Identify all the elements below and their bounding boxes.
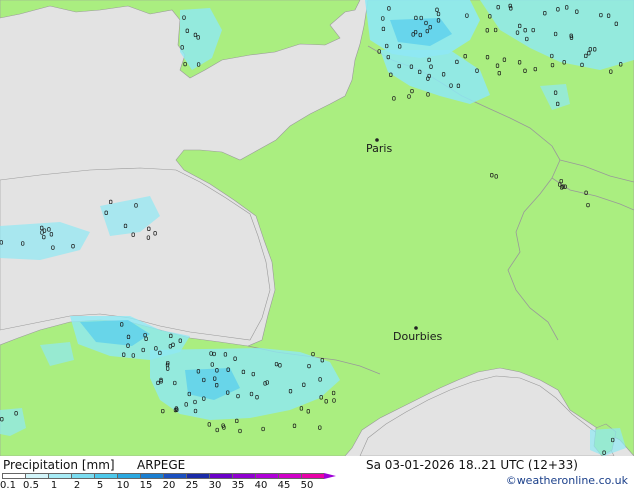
legend-label: 50 bbox=[300, 480, 314, 491]
legend-label: 40 bbox=[254, 480, 268, 491]
city-label-paris: Paris bbox=[366, 142, 392, 155]
legend-swatch bbox=[117, 473, 140, 479]
precipitation-map[interactable]: Paris Dourbies bbox=[0, 0, 634, 456]
legend-swatch bbox=[278, 473, 301, 479]
legend-swatch bbox=[140, 473, 163, 479]
legend-arrow-icon bbox=[324, 473, 336, 479]
legend-label: 10 bbox=[116, 480, 130, 491]
legend-label: 45 bbox=[277, 480, 291, 491]
legend-label: 1 bbox=[50, 480, 58, 491]
legend-label: 0.5 bbox=[23, 480, 39, 491]
legend-label: 0.1 bbox=[0, 480, 16, 491]
legend-label: 5 bbox=[96, 480, 104, 491]
legend-label: 15 bbox=[139, 480, 153, 491]
legend-label: 20 bbox=[162, 480, 176, 491]
legend-label: 30 bbox=[208, 480, 222, 491]
map-canvas: Paris Dourbies bbox=[0, 0, 634, 456]
credit-link[interactable]: ©weatheronline.co.uk bbox=[506, 474, 628, 487]
legend-swatch bbox=[25, 473, 48, 479]
legend-swatch bbox=[48, 473, 71, 479]
city-label-dourbies: Dourbies bbox=[393, 330, 443, 343]
map-footer: Precipitation [mm] ARPEGE Sa 03-01-2026 … bbox=[0, 456, 634, 492]
valid-time: Sa 03-01-2026 18..21 UTC (12+33) bbox=[366, 458, 578, 472]
legend-swatch bbox=[209, 473, 232, 479]
legend-swatch bbox=[71, 473, 94, 479]
legend-swatch bbox=[2, 473, 25, 479]
legend-label: 2 bbox=[73, 480, 81, 491]
legend-label: 25 bbox=[185, 480, 199, 491]
legend-swatch bbox=[301, 473, 324, 479]
legend-swatch bbox=[186, 473, 209, 479]
color-scale-bar bbox=[2, 473, 336, 479]
legend-swatch bbox=[255, 473, 278, 479]
legend-swatch bbox=[232, 473, 255, 479]
model-name: ARPEGE bbox=[137, 458, 186, 472]
color-scale-labels: 0.1 0.5 1 2 5 10 15 20 25 30 35 40 45 50 bbox=[0, 480, 340, 492]
legend-label: 35 bbox=[231, 480, 245, 491]
legend-swatch bbox=[94, 473, 117, 479]
legend-swatch bbox=[163, 473, 186, 479]
legend-title: Precipitation [mm] bbox=[3, 458, 115, 472]
